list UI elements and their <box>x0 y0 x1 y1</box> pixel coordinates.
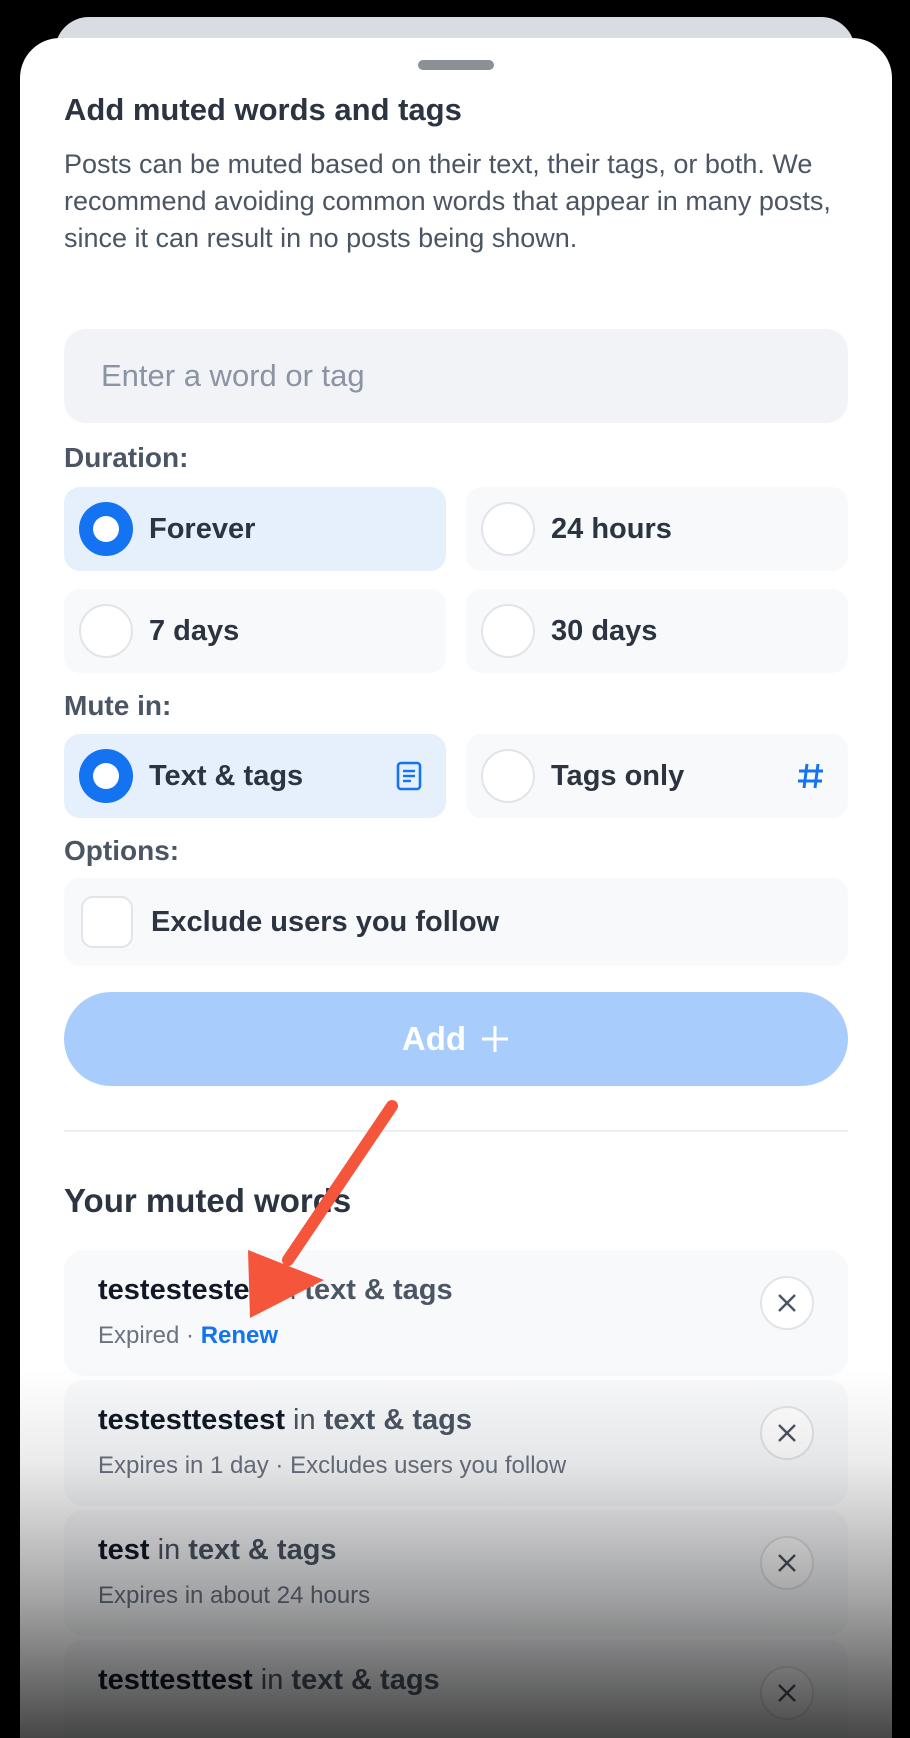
muted-word-connector: in <box>260 1664 284 1696</box>
mute-in-text-tags-option[interactable]: Text & tags <box>64 734 446 818</box>
muted-word-status: Expires in 1 day · Excludes users you fo… <box>98 1452 567 1479</box>
close-icon <box>778 1554 796 1572</box>
word-or-tag-input[interactable] <box>99 357 803 395</box>
muted-word-status-line: Expires in about 24 hours <box>98 1582 370 1610</box>
duration-option-label: Forever <box>149 512 256 545</box>
muted-word: testtesttest <box>98 1664 253 1696</box>
muted-word-status: Expired · <box>98 1322 201 1349</box>
radio-unselected[interactable] <box>481 604 535 658</box>
sheet-description: Posts can be muted based on their text, … <box>64 149 831 253</box>
plus-icon <box>482 1026 509 1052</box>
exclude-following-label: Exclude users you follow <box>151 905 500 938</box>
hashtag-icon <box>796 761 826 791</box>
duration-30-days-option[interactable]: 30 days <box>466 589 848 673</box>
duration-option-label: 30 days <box>551 614 658 647</box>
muted-word-line: testestestes in text & tags <box>98 1274 453 1307</box>
muted-word-item: test in text & tags Expires in about 24 … <box>64 1510 848 1636</box>
muted-word: testestestes <box>98 1274 266 1306</box>
close-icon <box>778 1294 796 1312</box>
muted-word-scope: text & tags <box>304 1274 453 1306</box>
exclude-following-checkbox[interactable] <box>81 896 133 948</box>
drag-handle[interactable] <box>418 60 494 70</box>
document-icon <box>394 761 424 791</box>
radio-unselected[interactable] <box>481 502 535 556</box>
mute-in-label: Mute in: <box>64 690 172 721</box>
close-icon <box>778 1424 796 1442</box>
renew-link[interactable]: Renew <box>201 1322 278 1349</box>
remove-muted-word-button[interactable] <box>760 1536 814 1590</box>
muted-words-title: Your muted words <box>64 1182 352 1219</box>
muted-word-scope: text & tags <box>291 1664 440 1696</box>
muted-word: test <box>98 1534 150 1566</box>
muted-word-connector: in <box>157 1534 181 1566</box>
radio-unselected[interactable] <box>481 749 535 803</box>
muted-word-connector: in <box>273 1274 297 1306</box>
muted-word-item: testtesttest in text & tags <box>64 1640 848 1738</box>
muted-words-sheet: Add muted words and tags Posts can be mu… <box>20 38 892 1738</box>
muted-word-status-line: Expires in 1 day · Excludes users you fo… <box>98 1452 566 1480</box>
mute-in-option-label: Tags only <box>551 759 685 792</box>
mute-in-tags-only-option[interactable]: Tags only <box>466 734 848 818</box>
duration-option-label: 7 days <box>149 614 240 647</box>
duration-label: Duration: <box>64 442 189 473</box>
exclude-following-option[interactable]: Exclude users you follow <box>64 878 848 966</box>
mute-in-option-label: Text & tags <box>149 759 304 792</box>
add-button[interactable]: Add <box>64 992 848 1086</box>
duration-option-label: 24 hours <box>551 512 672 545</box>
options-label: Options: <box>64 835 180 866</box>
muted-word-connector: in <box>293 1404 316 1436</box>
duration-forever-option[interactable]: Forever <box>64 487 446 571</box>
radio-unselected[interactable] <box>79 604 133 658</box>
remove-muted-word-button[interactable] <box>760 1276 814 1330</box>
add-button-label: Add <box>401 1020 467 1057</box>
muted-word-scope: text & tags <box>323 1404 472 1436</box>
muted-word-line: test in text & tags <box>98 1534 337 1567</box>
radio-selected[interactable] <box>79 749 133 803</box>
duration-7-days-option[interactable]: 7 days <box>64 589 446 673</box>
remove-muted-word-button[interactable] <box>760 1406 814 1460</box>
muted-word-line: testesttestest in text & tags <box>98 1404 472 1437</box>
section-divider <box>64 1130 848 1132</box>
duration-24-hours-option[interactable]: 24 hours <box>466 487 848 571</box>
muted-word: testesttestest <box>98 1404 285 1436</box>
muted-word-status-line: Expired · Renew <box>98 1322 278 1350</box>
muted-word-line: testtesttest in text & tags <box>98 1664 440 1697</box>
muted-word-item: testesttestest in text & tags Expires in… <box>64 1380 848 1506</box>
remove-muted-word-button[interactable] <box>760 1666 814 1720</box>
sheet-title: Add muted words and tags <box>64 92 462 127</box>
word-input-container[interactable] <box>64 329 848 423</box>
close-icon <box>778 1684 796 1702</box>
muted-word-item: testestestes in text & tags Expired · Re… <box>64 1250 848 1376</box>
muted-word-scope: text & tags <box>188 1534 337 1566</box>
muted-word-status: Expires in about 24 hours <box>98 1582 371 1609</box>
radio-selected[interactable] <box>79 502 133 556</box>
